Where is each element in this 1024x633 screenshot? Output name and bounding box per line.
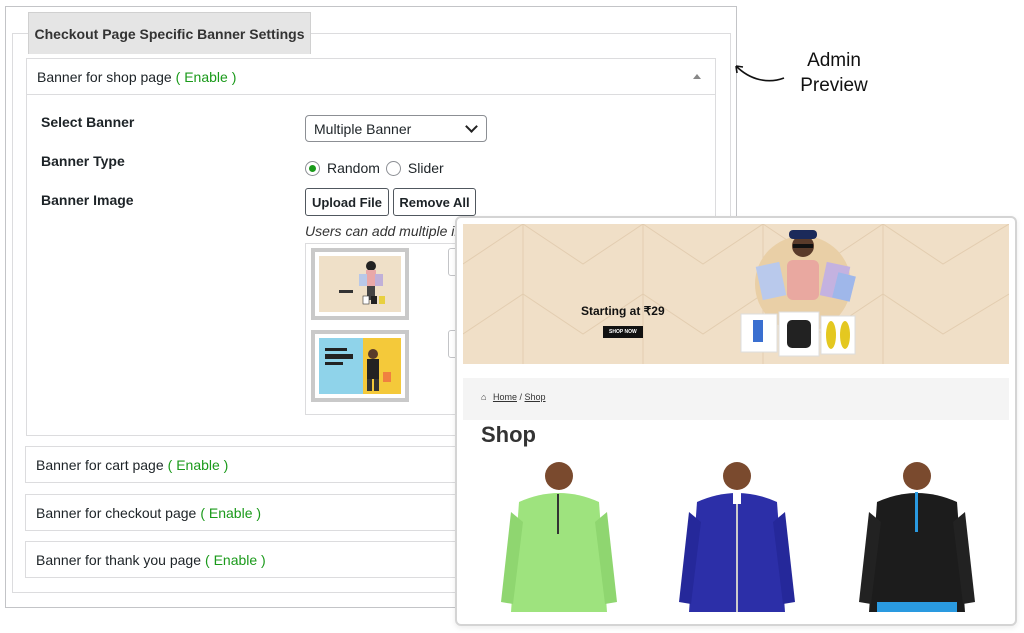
status-enable: ( Enable ) <box>167 456 229 473</box>
breadcrumb-shop-link[interactable]: Shop <box>525 392 546 402</box>
banner-type-label: Banner Type <box>41 153 125 169</box>
admin-preview-annotation: Admin Preview <box>798 48 870 98</box>
product-image-green-jacket[interactable] <box>499 462 619 612</box>
breadcrumb-separator: / <box>519 392 522 402</box>
breadcrumb-bar: ⌂ Home / Shop <box>463 378 1009 420</box>
accordion-title: Banner for checkout page <box>36 504 197 521</box>
accordion-title: Banner for cart page <box>36 456 164 473</box>
sale-banner-image <box>319 338 401 394</box>
fashion-banner-image <box>319 256 401 312</box>
page-title: Shop <box>481 422 536 447</box>
upload-file-button[interactable]: Upload File <box>305 188 389 216</box>
breadcrumb: ⌂ Home / Shop <box>481 392 546 402</box>
tab-checkout-banner-settings[interactable]: Checkout Page Specific Banner Settings <box>28 12 311 54</box>
annotation-line-1: Admin <box>807 50 861 71</box>
status-enable: ( Enable ) <box>200 504 262 521</box>
select-banner-dropdown[interactable]: Multiple Banner <box>305 115 487 142</box>
radio-slider[interactable] <box>385 160 401 176</box>
breadcrumb-home-link[interactable]: Home <box>493 392 517 402</box>
panel-title: Banner for shop page <box>37 68 172 85</box>
banner-thumb-image <box>319 338 401 394</box>
status-enable: ( Enable ) <box>205 551 266 568</box>
collapse-caret-icon[interactable] <box>693 74 701 79</box>
radio-random[interactable] <box>305 160 320 176</box>
radio-slider-label: Slider <box>407 160 444 176</box>
banner-type-radio-group: Random Slider <box>305 160 444 176</box>
banner-thumbnail-2[interactable] <box>311 330 409 402</box>
banner-thumb-image <box>319 256 401 312</box>
banner-price-text: Starting at ₹29 <box>581 304 665 318</box>
curved-arrow-icon <box>735 65 785 82</box>
accordion-title: Banner for thank you page <box>36 551 202 568</box>
banner-thumbnail-1[interactable] <box>311 248 409 320</box>
radio-random-label: Random <box>327 160 380 176</box>
shop-page-panel-header[interactable]: Banner for shop page ( Enable ) <box>27 59 715 95</box>
banner-image-label: Banner Image <box>41 192 134 208</box>
annotation-line-2: Preview <box>800 75 868 96</box>
remove-all-button[interactable]: Remove All <box>393 188 476 216</box>
multiple-images-note: Users can add multiple in <box>305 223 463 239</box>
chevron-down-icon <box>465 120 478 133</box>
banner-background-pattern <box>463 224 1009 364</box>
shop-banner-hero: Starting at ₹29 SHOP NOW <box>463 224 1009 364</box>
product-image-black-jacket[interactable] <box>857 462 977 612</box>
select-banner-value: Multiple Banner <box>314 120 412 137</box>
shop-now-button[interactable]: SHOP NOW <box>603 326 643 338</box>
status-enable: ( Enable ) <box>175 68 237 85</box>
select-banner-label: Select Banner <box>41 114 135 130</box>
home-icon: ⌂ <box>481 392 487 402</box>
product-image-blue-jacket[interactable] <box>677 462 797 612</box>
shop-preview-window: Starting at ₹29 SHOP NOW ⌂ Home / Shop S… <box>455 216 1017 626</box>
